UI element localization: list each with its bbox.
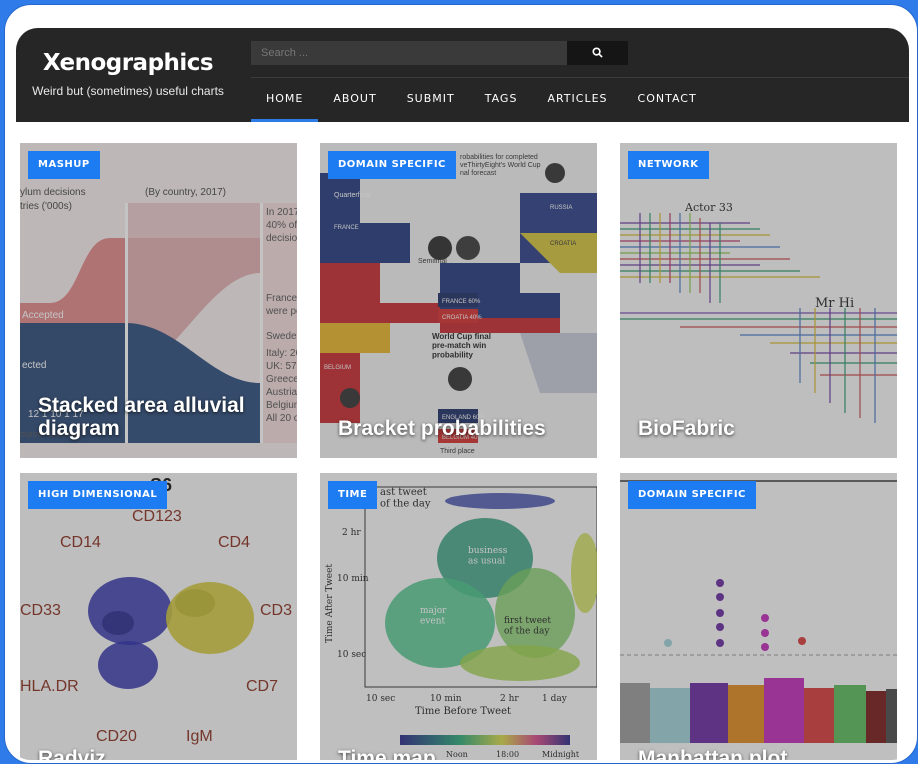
search-input[interactable] (251, 41, 567, 65)
card-title[interactable]: Stacked area alluvial diagram (38, 394, 285, 440)
nav-home[interactable]: HOME (251, 81, 319, 122)
card-time-map[interactable]: 2 hr 10 min 10 sec 10 sec 10 min 2 hr 1 … (320, 473, 597, 760)
card-overlay (620, 143, 897, 458)
nav-articles[interactable]: ARTICLES (532, 81, 622, 122)
card-stacked-area-alluvial[interactable]: fail ylum decisions tries ('000s) (By co… (20, 143, 297, 458)
brand[interactable]: Xenographics Weird but (sometimes) usefu… (16, 28, 240, 122)
card-title[interactable]: BioFabric (638, 417, 885, 440)
browser-frame: Xenographics Weird but (sometimes) usefu… (5, 5, 917, 763)
card-radviz[interactable]: S6 CD123 CD14 CD4 CD33 CD3 HLA.DR CD7 CD… (20, 473, 297, 760)
card-bracket-probabilities[interactable]: robabilities for completed veThirtyEight'… (320, 143, 597, 458)
card-overlay (320, 143, 597, 458)
card-title[interactable]: Manhattan plot (638, 747, 885, 760)
site-title[interactable]: Xenographics (16, 50, 240, 76)
nav-divider (251, 77, 909, 78)
site-header: Xenographics Weird but (sometimes) usefu… (16, 28, 909, 122)
category-badge[interactable]: MASHUP (28, 151, 100, 179)
nav-contact[interactable]: CONTACT (623, 81, 712, 122)
site-tagline: Weird but (sometimes) useful charts (32, 84, 224, 98)
nav-submit[interactable]: SUBMIT (392, 81, 470, 122)
nav-tags[interactable]: TAGS (470, 81, 533, 122)
card-overlay (620, 473, 897, 760)
category-badge[interactable]: NETWORK (628, 151, 709, 179)
page: Xenographics Weird but (sometimes) usefu… (16, 28, 909, 760)
card-overlay (20, 473, 297, 760)
card-title[interactable]: Radviz (38, 747, 285, 760)
category-badge[interactable]: DOMAIN SPECIFIC (328, 151, 456, 179)
card-biofabric[interactable]: Actor 33 Mr Hi NETWORK BioFabric (620, 143, 897, 458)
search-button[interactable] (567, 41, 628, 65)
search-icon (592, 47, 603, 58)
card-overlay (320, 473, 597, 760)
category-badge[interactable]: HIGH DIMENSIONAL (28, 481, 168, 509)
card-title[interactable]: Bracket probabilities (338, 417, 585, 440)
main-nav: HOME ABOUT SUBMIT TAGS ARTICLES CONTACT (251, 81, 712, 122)
nav-about[interactable]: ABOUT (318, 81, 391, 122)
category-badge[interactable]: TIME (328, 481, 378, 509)
card-manhattan-plot[interactable]: chromosome 9 10 11 DOMAIN SPECIFIC Manha… (620, 473, 897, 760)
card-title[interactable]: Time map (338, 747, 585, 760)
category-badge[interactable]: DOMAIN SPECIFIC (628, 481, 756, 509)
